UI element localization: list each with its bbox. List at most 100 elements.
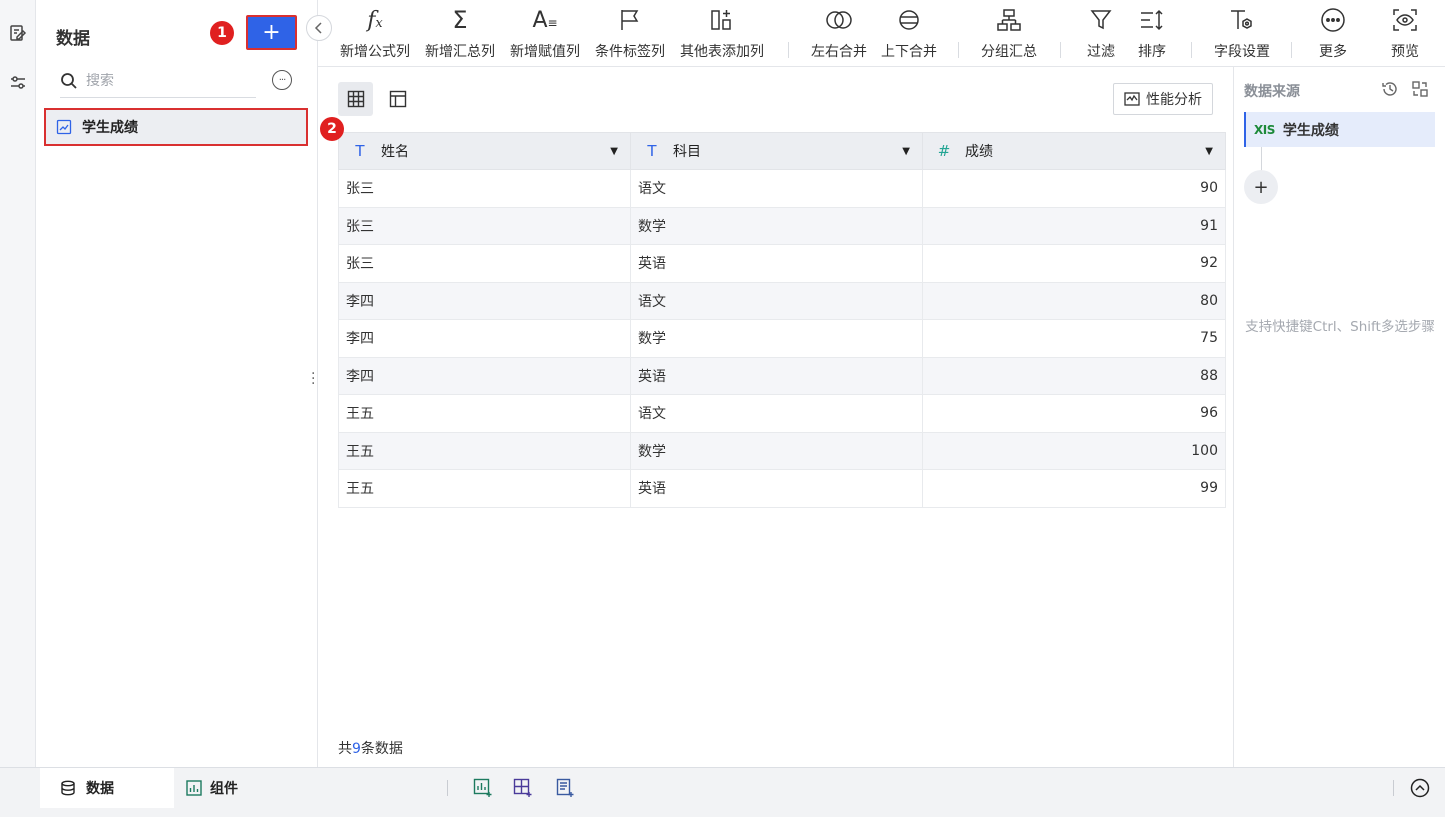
- cell-subject[interactable]: 数学: [630, 206, 923, 245]
- merge-vertical-button[interactable]: 上下合并: [876, 4, 942, 64]
- field-settings-button[interactable]: 字段设置: [1209, 4, 1275, 64]
- step-badge-2: 2: [320, 117, 344, 141]
- collapse-panel-button[interactable]: [306, 15, 332, 41]
- cell-name[interactable]: 张三: [338, 169, 631, 208]
- preview-button[interactable]: 预览: [1382, 4, 1428, 64]
- sigma-icon: Σ: [452, 6, 468, 34]
- expand-up-icon[interactable]: [1410, 778, 1430, 798]
- add-chart-component-icon[interactable]: [473, 778, 493, 798]
- cell-score[interactable]: 75: [922, 319, 1226, 358]
- cell-score[interactable]: 100: [922, 431, 1226, 470]
- caret-down-icon[interactable]: ▼: [610, 146, 618, 157]
- merge-horizontal-button[interactable]: 左右合并: [806, 4, 872, 64]
- bottom-divider: [1393, 780, 1394, 796]
- data-edit-icon[interactable]: [7, 22, 29, 44]
- bottom-divider: [447, 780, 448, 796]
- add-step-button[interactable]: +: [1244, 170, 1278, 204]
- settings-sliders-icon[interactable]: [7, 72, 29, 94]
- flag-icon: [621, 10, 639, 30]
- grid-view-button[interactable]: [338, 82, 373, 116]
- add-column-from-table-button[interactable]: 其他表添加列: [675, 4, 769, 64]
- cell-subject[interactable]: 语文: [630, 394, 923, 433]
- column-label: 科目: [673, 144, 701, 160]
- cell-subject[interactable]: 语文: [630, 281, 923, 320]
- chart-icon: [186, 780, 202, 796]
- swap-icon[interactable]: [1410, 79, 1430, 99]
- tab-components[interactable]: 组件: [186, 768, 286, 808]
- caret-down-icon[interactable]: ▼: [1205, 146, 1213, 157]
- resize-handle[interactable]: · · ·: [311, 367, 315, 391]
- search-input[interactable]: [86, 72, 236, 89]
- more-options-icon[interactable]: ···: [272, 70, 292, 90]
- cell-subject[interactable]: 英语: [630, 469, 923, 508]
- column-header-score[interactable]: # 成绩 ▼: [922, 132, 1226, 170]
- source-step[interactable]: XIS 学生成绩: [1244, 112, 1435, 147]
- toolbar-label: 新增汇总列: [425, 44, 495, 60]
- tab-data[interactable]: 数据: [40, 768, 174, 808]
- layout-view-icon: [389, 90, 406, 108]
- chevron-left-icon: [314, 22, 322, 34]
- cell-score[interactable]: 88: [922, 356, 1226, 395]
- filter-icon: [1090, 10, 1112, 30]
- add-report-icon[interactable]: [555, 778, 575, 798]
- field-settings-icon: [1231, 10, 1252, 29]
- search-icon: [61, 72, 77, 89]
- step-connector: [1261, 147, 1262, 171]
- toolbar-label: 新增赋值列: [510, 44, 580, 60]
- column-label: 成绩: [965, 144, 993, 160]
- add-dashboard-icon[interactable]: [513, 778, 533, 798]
- add-dataset-button[interactable]: +: [246, 15, 297, 50]
- performance-analysis-button[interactable]: 性能分析: [1113, 83, 1213, 115]
- cell-name[interactable]: 李四: [338, 281, 631, 320]
- row-count-value: 9: [352, 741, 361, 757]
- history-icon[interactable]: [1380, 79, 1400, 99]
- toolbar-label: 分组汇总: [981, 44, 1037, 60]
- cell-subject[interactable]: 语文: [630, 169, 923, 208]
- more-button[interactable]: 更多: [1308, 4, 1358, 64]
- table-row: 张三 语文 90: [338, 169, 1226, 208]
- group-summary-button[interactable]: 分组汇总: [976, 4, 1042, 64]
- cell-name[interactable]: 李四: [338, 356, 631, 395]
- cell-name[interactable]: 李四: [338, 319, 631, 358]
- text-type-icon: T: [355, 142, 365, 160]
- cell-name[interactable]: 王五: [338, 394, 631, 433]
- cell-name[interactable]: 张三: [338, 244, 631, 283]
- table-header-row: T 姓名 ▼ T 科目 ▼ # 成绩 ▼: [338, 132, 1226, 170]
- add-assign-column-button[interactable]: A≡ 新增赋值列: [507, 4, 583, 64]
- cell-subject[interactable]: 数学: [630, 319, 923, 358]
- cell-score[interactable]: 92: [922, 244, 1226, 283]
- cell-name[interactable]: 张三: [338, 206, 631, 245]
- preview-icon: [1393, 9, 1417, 31]
- sort-button[interactable]: 排序: [1129, 4, 1175, 64]
- row-count-suffix: 条数据: [360, 741, 403, 757]
- toolbar-divider: [958, 42, 959, 58]
- dataset-item[interactable]: 学生成绩: [44, 108, 308, 146]
- column-header-name[interactable]: T 姓名 ▼: [338, 132, 631, 170]
- cell-subject[interactable]: 英语: [630, 356, 923, 395]
- cell-name[interactable]: 王五: [338, 431, 631, 470]
- condition-tag-column-button[interactable]: 条件标签列: [592, 4, 668, 64]
- data-panel: 数据 1 + ··· 学生成绩: [36, 0, 318, 767]
- cell-score[interactable]: 91: [922, 206, 1226, 245]
- cell-subject[interactable]: 英语: [630, 244, 923, 283]
- column-header-subject[interactable]: T 科目 ▼: [630, 132, 923, 170]
- cell-score[interactable]: 99: [922, 469, 1226, 508]
- layout-view-button[interactable]: [380, 82, 415, 116]
- toolbar-label: 排序: [1138, 44, 1166, 60]
- caret-down-icon[interactable]: ▼: [902, 146, 910, 157]
- toolbar-divider: [1291, 42, 1292, 58]
- add-column-icon: [711, 10, 731, 30]
- step-badge-1: 1: [210, 21, 234, 45]
- cell-subject[interactable]: 数学: [630, 431, 923, 470]
- cell-name[interactable]: 王五: [338, 469, 631, 508]
- toolbar-label: 预览: [1391, 44, 1419, 60]
- filter-button[interactable]: 过滤: [1078, 4, 1124, 64]
- formula-icon: fx: [367, 7, 383, 33]
- add-formula-column-button[interactable]: fx 新增公式列: [337, 4, 413, 64]
- add-summary-column-button[interactable]: Σ 新增汇总列: [422, 4, 498, 64]
- performance-label: 性能分析: [1146, 92, 1202, 108]
- cell-score[interactable]: 90: [922, 169, 1226, 208]
- table-row: 李四 语文 80: [338, 281, 1226, 320]
- cell-score[interactable]: 80: [922, 281, 1226, 320]
- cell-score[interactable]: 96: [922, 394, 1226, 433]
